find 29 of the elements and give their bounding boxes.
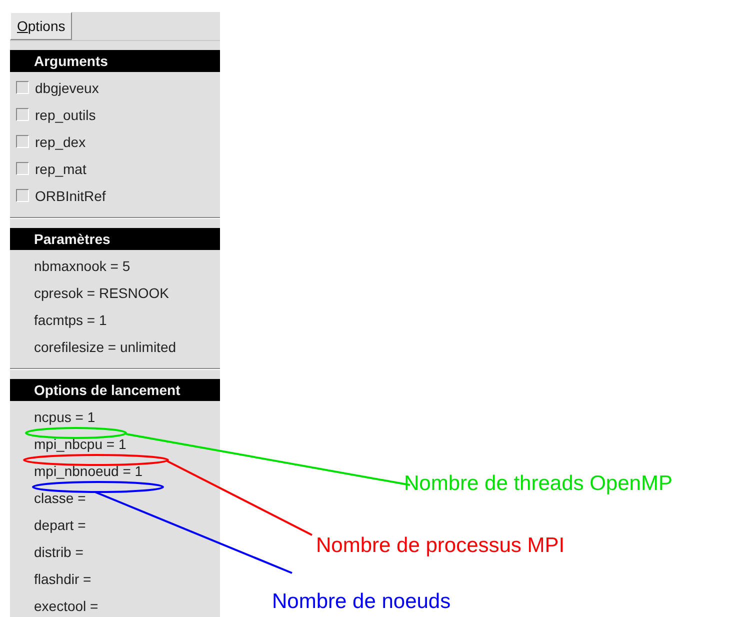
checkbox-label: rep_outils [35,106,96,122]
parameter-item[interactable]: flashdir = [34,570,92,586]
checkbox[interactable] [16,189,29,202]
checkbox[interactable] [16,108,29,121]
parameter-item[interactable]: facmtps = 1 [34,312,107,328]
annotation-label: Nombre de processus MPI [316,534,565,558]
checkbox-label: ORBInitRef [35,188,106,204]
checkbox-label: rep_mat [35,160,86,176]
checkbox[interactable] [16,162,29,175]
parameter-item[interactable]: corefilesize = unlimited [34,338,176,354]
parameter-item[interactable]: nbmaxnook = 5 [34,258,130,274]
checkbox-label: rep_dex [35,134,86,150]
parameter-item[interactable]: cpresok = RESNOOK [34,284,169,300]
parameter-item[interactable]: classe = [34,490,86,506]
parameter-item[interactable]: exectool = [34,598,98,614]
parameter-item[interactable]: mpi_nbcpu = 1 [34,436,126,452]
checkbox[interactable] [16,81,29,94]
parameter-item[interactable]: mpi_nbnoeud = 1 [34,462,143,478]
parameter-item[interactable]: distrib = [34,544,84,560]
parameter-item[interactable]: ncpus = 1 [34,408,96,424]
parameter-item[interactable]: depart = [34,516,86,532]
section-header: Arguments [10,50,220,72]
annotation-label: Nombre de noeuds [272,590,451,614]
annotation-label: Nombre de threads OpenMP [404,472,672,496]
checkbox-label: dbgjeveux [35,80,99,96]
options-menu-button[interactable]: Options [10,12,72,40]
checkbox[interactable] [16,135,29,148]
section-header: Options de lancement [10,379,220,401]
section-header: Paramètres [10,228,220,250]
